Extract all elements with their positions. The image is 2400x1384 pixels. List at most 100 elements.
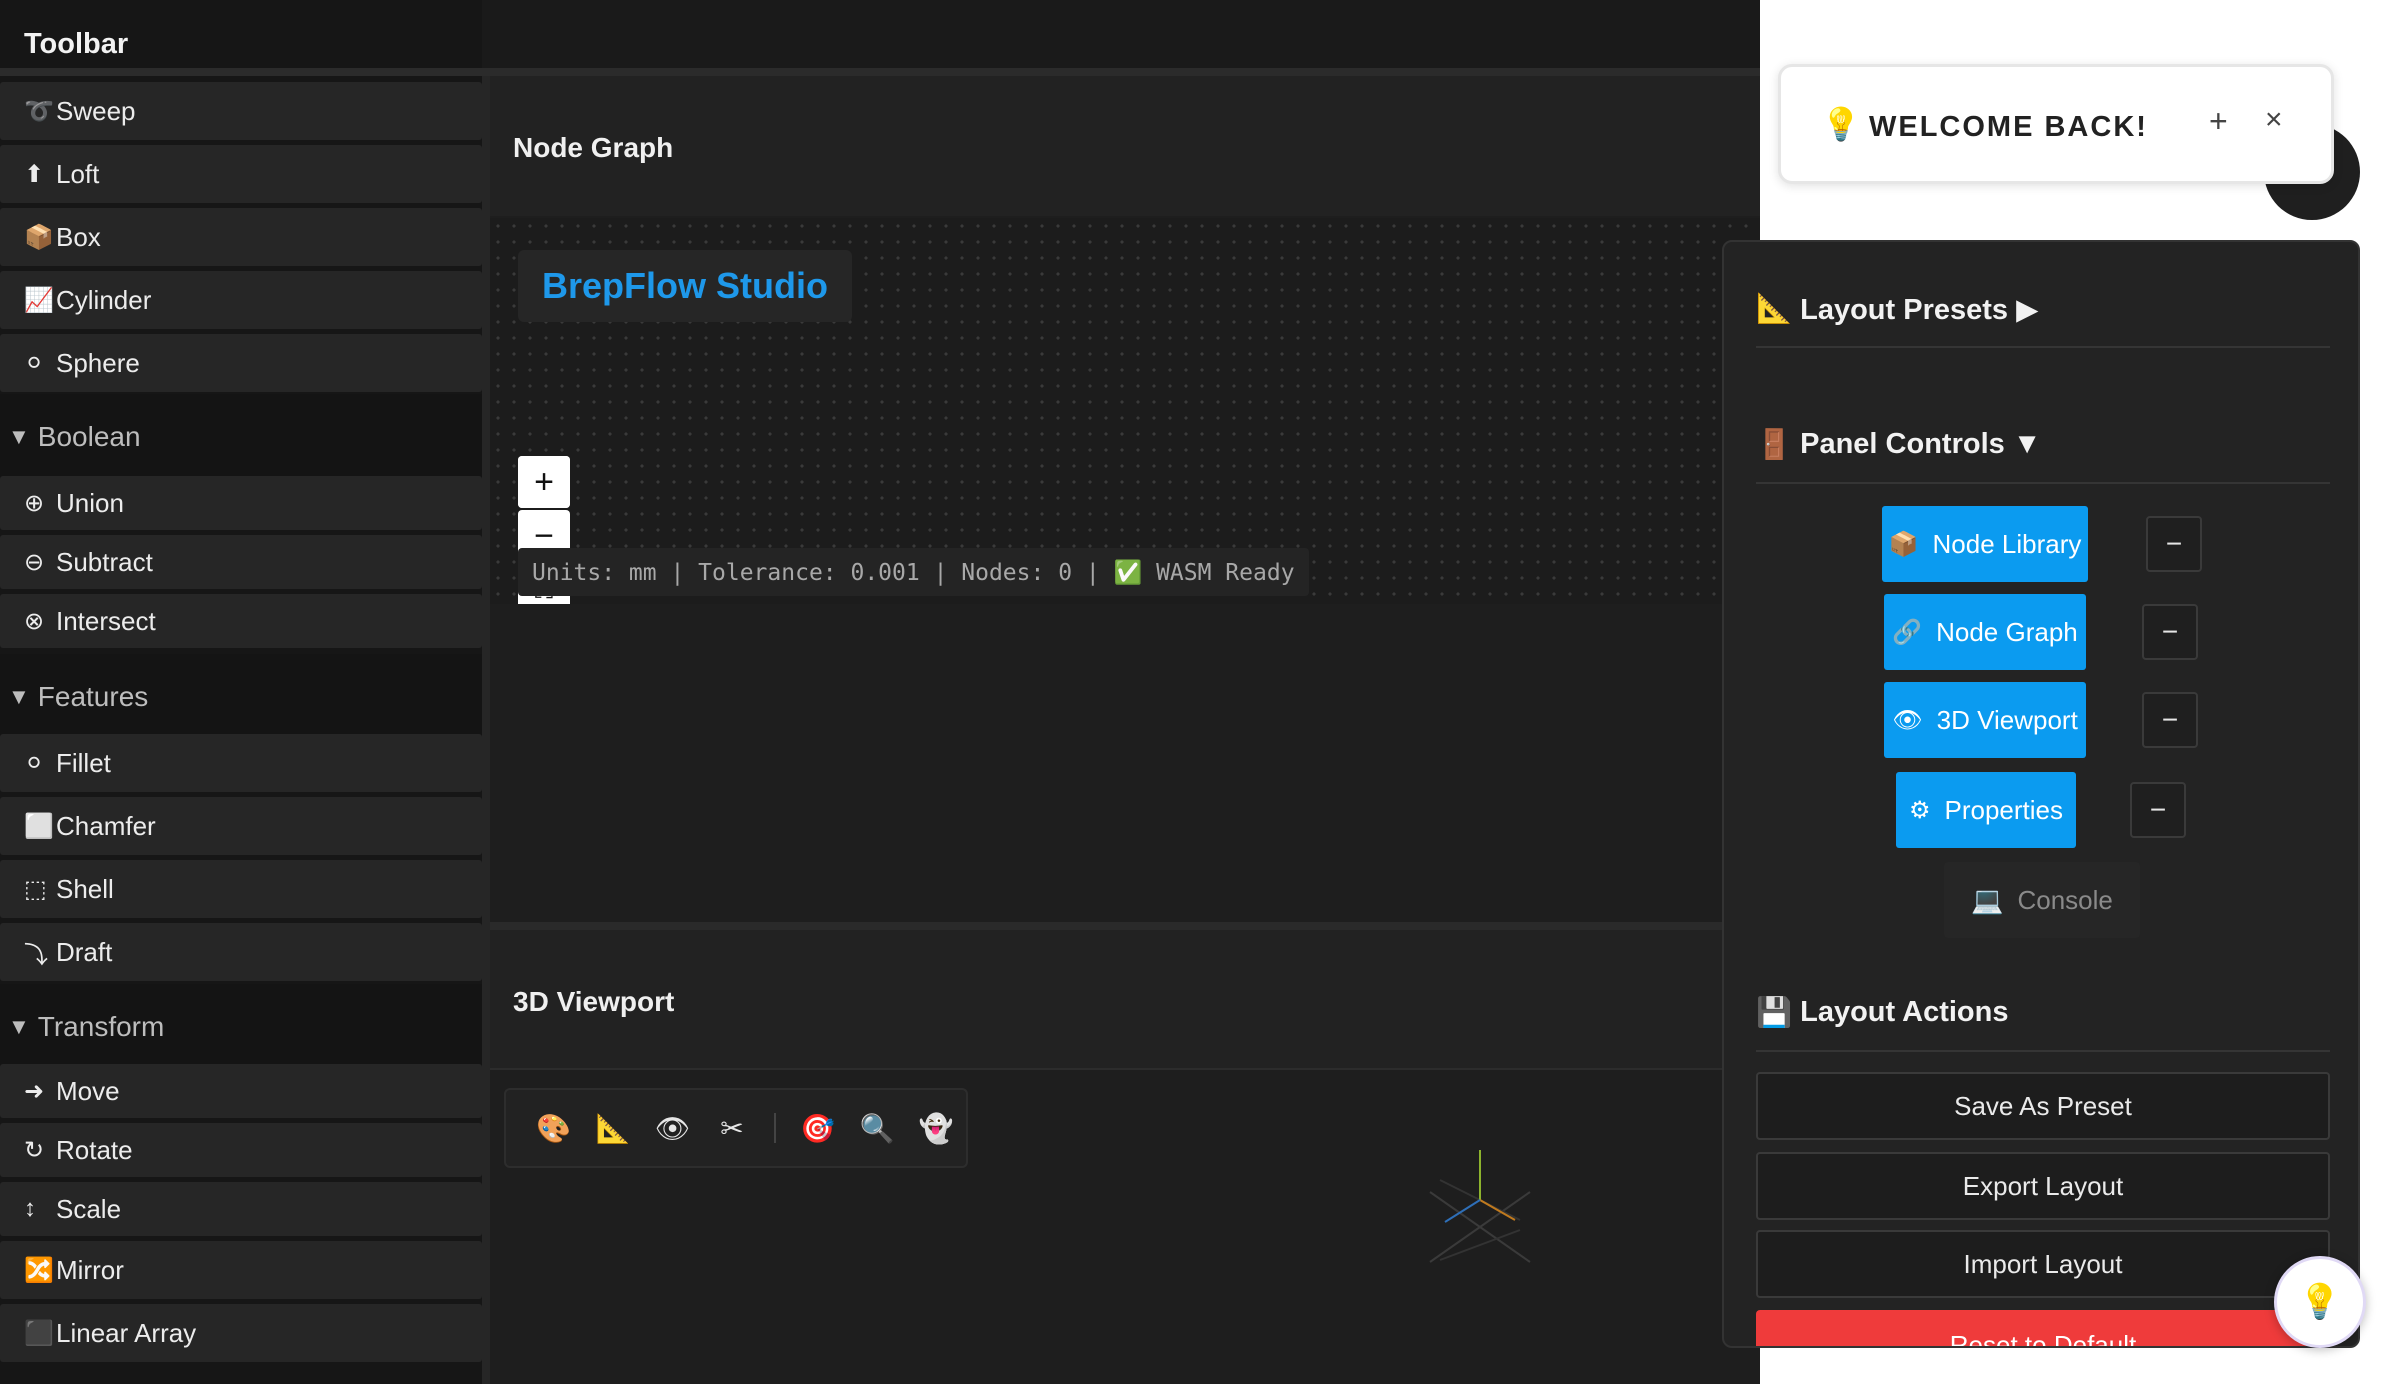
expand-button[interactable]: + xyxy=(2209,103,2228,140)
triangle-down-icon: ▼ xyxy=(8,684,30,709)
tips-button[interactable]: 💡 xyxy=(2274,1256,2366,1348)
dashed-square-icon: ⬚ xyxy=(24,875,47,903)
tool-subtract[interactable]: ⊖ Subtract xyxy=(0,535,482,589)
tool-label: Mirror xyxy=(56,1254,124,1285)
scissors-icon[interactable]: ✂ xyxy=(702,1112,761,1145)
welcome-toast: 💡 WELCOME BACK! + × xyxy=(1778,64,2334,184)
viewport-header: 3D Viewport xyxy=(490,930,1760,1070)
tool-label: Fillet xyxy=(56,747,111,778)
circle-icon: ⚪ xyxy=(24,749,45,777)
tool-label: Shell xyxy=(56,873,114,904)
transform-list: ➜ Move ↻ Rotate ↕ Scale 🔀 Mirror ⬛ Linear Arr… xyxy=(0,1064,482,1367)
toolbar: Toolbar ➰ Sweep ⬆ Loft 📦 Box 📈 Cylinder ⚪ Sph… xyxy=(0,0,482,1384)
brand-label: BrepFlow Studio xyxy=(518,250,852,322)
eye-icon: 👁 xyxy=(1892,706,1923,734)
box-icon: 📦 xyxy=(24,223,54,251)
tool-sweep[interactable]: ➰ Sweep xyxy=(0,82,482,140)
tool-cylinder[interactable]: 📈 Cylinder xyxy=(0,271,482,329)
node-graph-panel: Node Graph BrepFlow Studio + − ⛶ Units: … xyxy=(490,76,1760,922)
tool-label: Sphere xyxy=(56,347,140,378)
link-icon: 🔗 xyxy=(1892,618,1923,646)
tool-label: Draft xyxy=(56,936,113,967)
axis-gizmo xyxy=(1429,1150,1531,1263)
minimize-node-graph-button[interactable]: − xyxy=(2142,604,2198,660)
tool-scale[interactable]: ↕ Scale xyxy=(0,1182,482,1236)
tool-rotate[interactable]: ↻ Rotate xyxy=(0,1123,482,1177)
reset-default-button[interactable]: Reset to Default xyxy=(1756,1310,2330,1346)
eye-icon[interactable]: 👁 xyxy=(643,1112,702,1145)
tool-draft[interactable]: ⤵ Draft xyxy=(0,923,482,981)
category-label: Transform xyxy=(37,1011,165,1042)
arrow-updown-icon: ↕ xyxy=(24,1195,36,1222)
tool-label: Linear Array xyxy=(56,1317,197,1348)
black-square-icon: ⬛ xyxy=(24,1319,54,1347)
tool-label: Rotate xyxy=(56,1134,133,1165)
sweep-icon: ➰ xyxy=(24,97,54,125)
tool-label: Box xyxy=(56,221,101,252)
header-divider xyxy=(0,68,1760,76)
gear-icon: ⚙ xyxy=(1908,796,1931,824)
lightbulb-icon: 💡 xyxy=(1821,106,1861,142)
button-label: Properties xyxy=(1944,794,2064,825)
save-preset-button[interactable]: Save As Preset xyxy=(1756,1072,2330,1140)
panel-controls-header[interactable]: 🚪 Panel Controls ▼ xyxy=(1756,428,2330,484)
tool-sphere[interactable]: ⚪ Sphere xyxy=(0,334,482,392)
circle-icon: ⚪ xyxy=(24,349,45,377)
magnifier-icon[interactable]: 🔍 xyxy=(847,1112,906,1145)
tool-label: Scale xyxy=(56,1193,122,1224)
features-list: ⚪ Fillet ⬜ Chamfer ⬚ Shell ⤵ Draft xyxy=(0,734,482,986)
node-graph-title: Node Graph xyxy=(513,132,674,163)
ghost-icon[interactable]: 👻 xyxy=(907,1112,966,1145)
target-icon[interactable]: 🎯 xyxy=(788,1112,847,1145)
panel-resize-handle[interactable] xyxy=(482,76,490,1384)
floppy-disk-icon: 💾 xyxy=(1756,997,1793,1029)
toggle-node-library-button[interactable]: 📦 Node Library xyxy=(1882,506,2088,582)
tool-intersect[interactable]: ⊗ Intersect xyxy=(0,594,482,648)
viewport-panel: 3D Viewport 🎨 📐 👁 ✂ 🎯 🔍 👻 xyxy=(490,930,1760,1384)
close-button[interactable]: × xyxy=(2265,103,2283,137)
toggle-properties-button[interactable]: ⚙ Properties xyxy=(1896,772,2076,848)
category-transform[interactable]: ▼ Transform xyxy=(0,984,482,1070)
circle-plus-icon: ⊕ xyxy=(24,489,45,517)
tool-label: Cylinder xyxy=(56,284,152,315)
panel-horizontal-divider[interactable] xyxy=(490,922,1760,930)
toggle-node-graph-button[interactable]: 🔗 Node Graph xyxy=(1884,594,2086,670)
square-icon: ⬜ xyxy=(24,812,54,840)
palette-icon[interactable]: 🎨 xyxy=(524,1112,583,1145)
tool-move[interactable]: ➜ Move xyxy=(0,1064,482,1118)
door-icon: 🚪 xyxy=(1756,429,1793,461)
section-label: Layout Actions xyxy=(1800,996,2009,1028)
tool-label: Chamfer xyxy=(56,810,156,841)
minimize-properties-button[interactable]: − xyxy=(2130,782,2186,838)
layout-manager-panel: 📐 Layout Presets ▶ 🚪 Panel Controls ▼ 📦 … xyxy=(1722,240,2360,1348)
ruler-icon[interactable]: 📐 xyxy=(583,1112,642,1145)
tool-mirror[interactable]: 🔀 Mirror xyxy=(0,1241,482,1299)
tool-linear-array[interactable]: ⬛ Linear Array xyxy=(0,1304,482,1362)
tool-union[interactable]: ⊕ Union xyxy=(0,476,482,530)
tool-shell[interactable]: ⬚ Shell xyxy=(0,860,482,918)
tool-label: Subtract xyxy=(56,546,153,577)
zoom-in-button[interactable]: + xyxy=(518,456,570,508)
node-graph-header: Node Graph xyxy=(490,76,1760,216)
minimize-node-library-button[interactable]: − xyxy=(2146,516,2202,572)
tool-fillet[interactable]: ⚪ Fillet xyxy=(0,734,482,792)
tool-label: Union xyxy=(56,487,124,518)
toggle-console-button[interactable]: 💻 Console xyxy=(1944,862,2140,938)
tool-chamfer[interactable]: ⬜ Chamfer xyxy=(0,797,482,855)
section-label: Layout Presets ▶ xyxy=(1800,294,2039,326)
status-bar: Units: mm | Tolerance: 0.001 | Nodes: 0 … xyxy=(518,548,1309,596)
category-boolean[interactable]: ▼ Boolean xyxy=(0,394,482,480)
primitives-list: ➰ Sweep ⬆ Loft 📦 Box 📈 Cylinder ⚪ Sphere xyxy=(0,82,482,397)
laptop-icon: 💻 xyxy=(1971,884,2004,915)
layout-presets-header[interactable]: 📐 Layout Presets ▶ xyxy=(1756,292,2330,348)
node-graph-canvas[interactable]: BrepFlow Studio + − ⛶ Units: mm | Tolera… xyxy=(490,218,1760,616)
arrow-curve-down-icon: ⤵ xyxy=(24,941,48,969)
toggle-3d-viewport-button[interactable]: 👁 3D Viewport xyxy=(1884,682,2086,758)
minimize-3d-viewport-button[interactable]: − xyxy=(2142,692,2198,748)
tool-box[interactable]: 📦 Box xyxy=(0,208,482,266)
import-layout-button[interactable]: Import Layout xyxy=(1756,1230,2330,1298)
tool-loft[interactable]: ⬆ Loft xyxy=(0,145,482,203)
category-features[interactable]: ▼ Features xyxy=(0,654,482,740)
export-layout-button[interactable]: Export Layout xyxy=(1756,1152,2330,1220)
layout-actions-header: 💾 Layout Actions xyxy=(1756,996,2330,1052)
